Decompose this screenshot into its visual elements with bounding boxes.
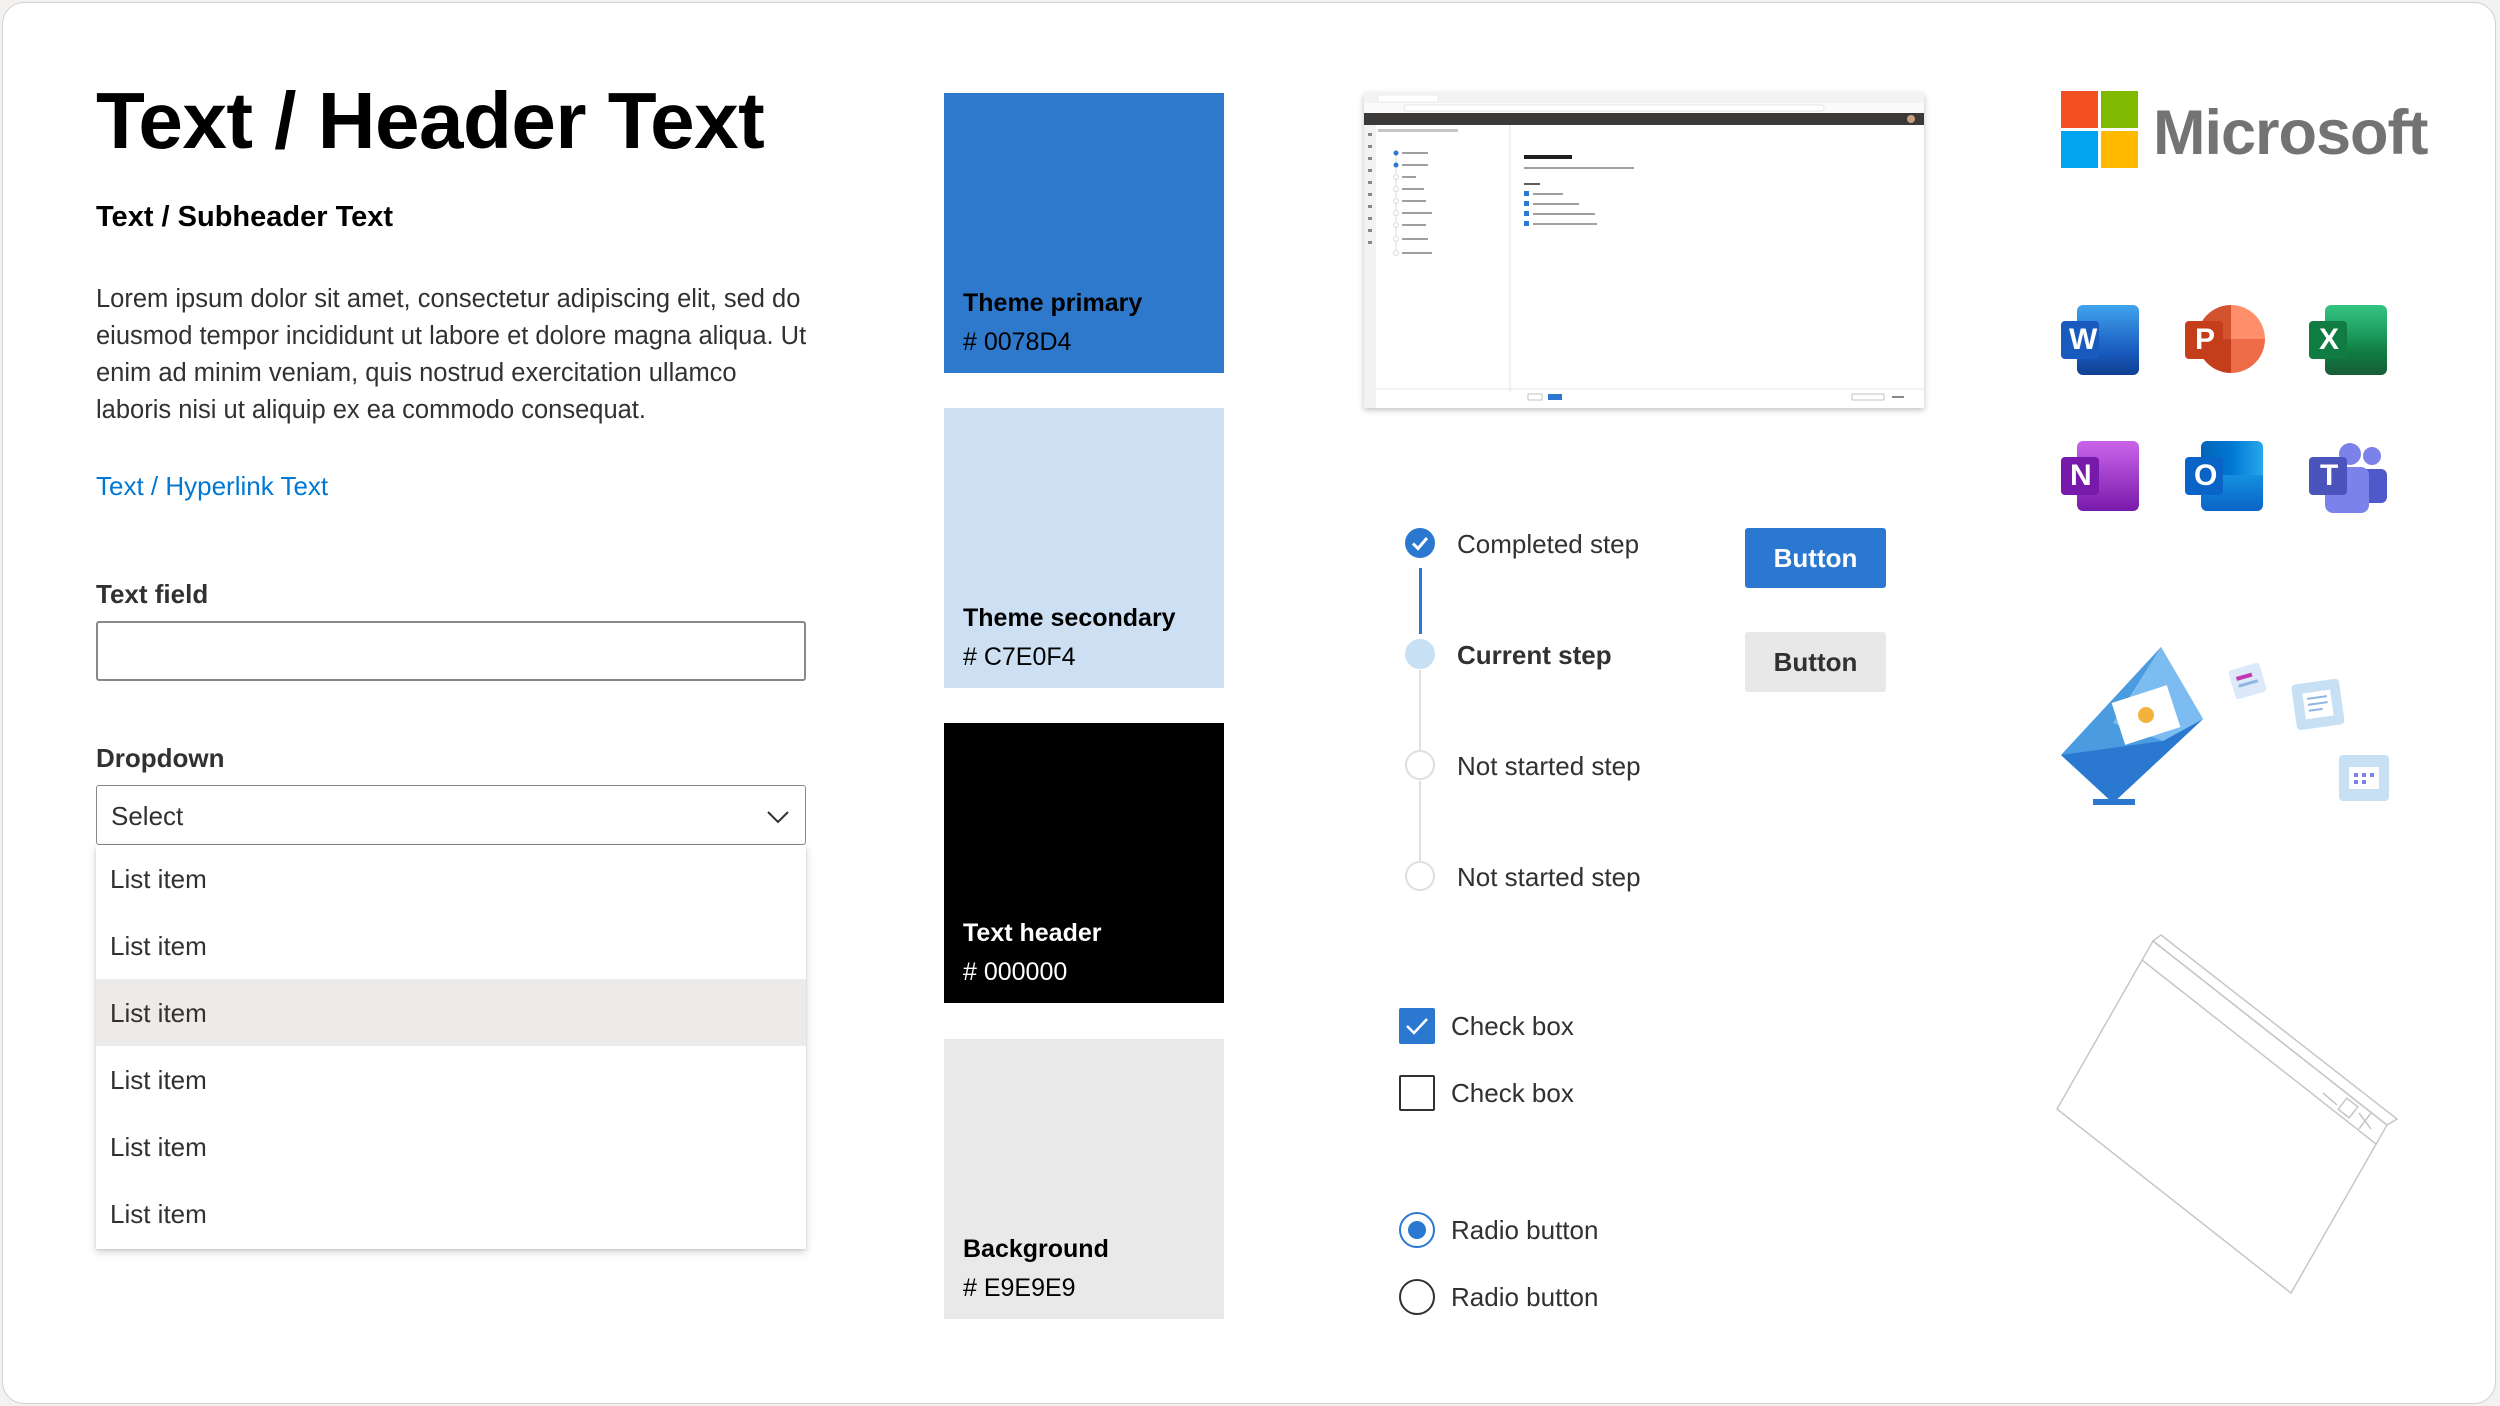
swatch-name: Theme secondary [963, 604, 1176, 632]
swatch-theme-primary: Theme primary # 0078D4 [944, 93, 1224, 373]
dropdown-list-item[interactable]: List item [96, 1180, 806, 1247]
swatch-hex: # 000000 [963, 958, 1068, 986]
app-letter: X [2319, 323, 2340, 356]
step-label-not-started: Not started step [1457, 862, 1641, 892]
radio-button-label: Radio button [1451, 1215, 1599, 1245]
secondary-button[interactable]: Button [1745, 632, 1886, 692]
radio-button-unselected[interactable] [1399, 1279, 1435, 1315]
powerpoint-icon: P [2185, 305, 2265, 377]
onenote-icon: N [2061, 441, 2141, 513]
dropdown-list: List item List item List item List item … [96, 845, 806, 1249]
chevron-down-icon [767, 811, 789, 824]
dropdown-select[interactable]: Select [96, 785, 806, 845]
stepper-line [1419, 670, 1421, 750]
email-illustration-icon [2061, 647, 2389, 805]
dropdown-list-item[interactable]: List item [96, 1113, 806, 1180]
word-icon: W [2061, 305, 2141, 377]
outlook-icon: O [2185, 441, 2265, 513]
swatch-theme-secondary: Theme secondary # C7E0F4 [944, 408, 1224, 688]
text-field-input[interactable] [96, 621, 806, 681]
step-label-current: Current step [1457, 640, 1612, 670]
swatch-hex: # C7E0F4 [963, 643, 1076, 671]
dropdown-list-item[interactable]: List item [96, 1046, 806, 1113]
checkbox-unchecked[interactable] [1399, 1075, 1435, 1111]
app-letter: O [2194, 459, 2218, 492]
app-letter: N [2070, 459, 2092, 492]
step-label-completed: Completed step [1457, 529, 1640, 559]
app-screenshot-thumbnail [1364, 93, 1924, 408]
checkbox-label: Check box [1451, 1011, 1574, 1041]
swatch-hex: # 0078D4 [963, 328, 1072, 356]
text-field-label: Text field [96, 579, 209, 609]
step-label-not-started: Not started step [1457, 751, 1641, 781]
swatch-name: Text header [963, 919, 1102, 947]
current-step-dot-icon [1405, 639, 1435, 669]
not-started-step-dot-icon [1405, 861, 1435, 891]
design-system-board: Text / Header Text Text / Subheader Text… [2, 2, 2496, 1404]
stepper-line [1419, 781, 1421, 861]
swatch-name: Background [963, 1235, 1109, 1263]
excel-icon: X [2309, 305, 2389, 377]
teams-icon: T [2309, 441, 2389, 513]
dropdown-label: Dropdown [96, 743, 225, 773]
screenshot-image [1364, 93, 1924, 408]
primary-button[interactable]: Button [1745, 528, 1886, 588]
checkmark-icon [1406, 1018, 1428, 1035]
checkbox-checked[interactable] [1399, 1008, 1435, 1044]
dropdown-list-item[interactable]: List item [96, 912, 806, 979]
dropdown-selected-value: Select [111, 801, 184, 831]
app-letter: W [2069, 323, 2098, 356]
swatch-hex: # E9E9E9 [963, 1274, 1076, 1302]
completed-step-check-icon [1405, 528, 1435, 558]
swatch-background: Background # E9E9E9 [944, 1039, 1224, 1319]
microsoft-wordmark: Microsoft [2153, 98, 2428, 168]
dropdown-list-item-hovered[interactable]: List item [96, 979, 806, 1046]
stepper-line-completed [1419, 568, 1422, 634]
radio-button-label: Radio button [1451, 1282, 1599, 1312]
header-text-sample: Text / Header Text [96, 76, 765, 165]
browser-window-outline-icon [2056, 934, 2399, 1295]
swatch-text-header: Text header # 000000 [944, 723, 1224, 1003]
radio-button-selected[interactable] [1399, 1212, 1435, 1248]
microsoft-logo-icon [2061, 91, 2138, 168]
checkbox-label: Check box [1451, 1078, 1574, 1108]
dropdown-list-item[interactable]: List item [96, 845, 806, 912]
app-letter: P [2195, 323, 2216, 356]
subheader-text-sample: Text / Subheader Text [96, 201, 394, 233]
hyperlink-text-sample[interactable]: Text / Hyperlink Text [96, 471, 328, 502]
app-letter: T [2320, 459, 2339, 492]
body-text-sample: Lorem ipsum dolor sit amet, consectetur … [96, 285, 807, 424]
not-started-step-dot-icon [1405, 750, 1435, 780]
swatch-name: Theme primary [963, 289, 1143, 317]
